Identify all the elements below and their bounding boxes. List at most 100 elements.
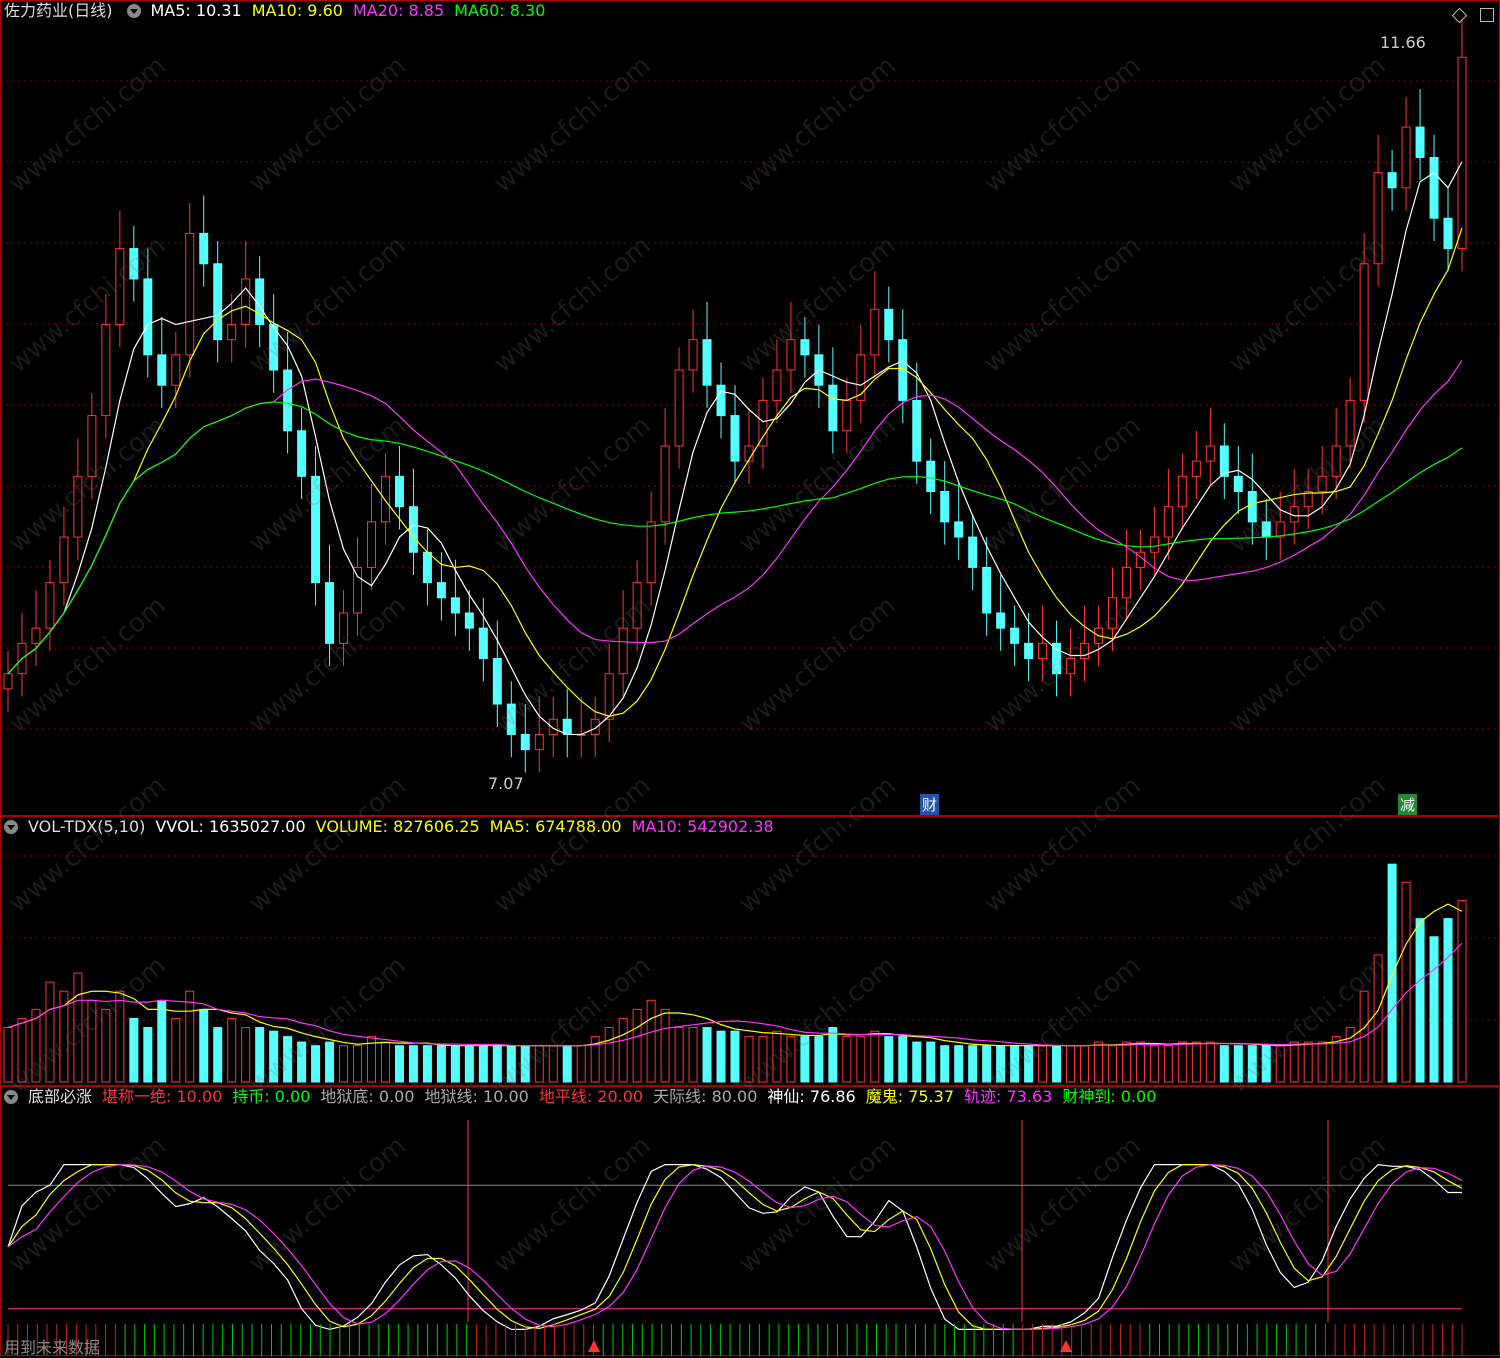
candle-body	[1205, 445, 1215, 462]
candle-body	[800, 339, 810, 356]
ind-label-6: 天际线: 80.00	[653, 1087, 758, 1106]
candle-body	[940, 491, 950, 523]
window-icon[interactable]	[1480, 8, 1494, 22]
volume-bar	[325, 1041, 335, 1083]
volume-bar	[1066, 1045, 1076, 1083]
volume-bar	[1163, 1045, 1173, 1083]
volume-bar	[1205, 1041, 1215, 1083]
candle-body	[1359, 263, 1369, 401]
volume-bar	[129, 1017, 139, 1083]
candle-body	[982, 566, 992, 614]
candle-body	[1191, 460, 1201, 477]
candle-body	[730, 415, 740, 462]
candle-body	[1149, 536, 1159, 553]
volume-bar	[199, 1008, 209, 1083]
volume-bar	[688, 1027, 698, 1083]
candle-body	[1443, 217, 1453, 250]
candle-body	[562, 718, 572, 735]
volume-bar	[1191, 1041, 1201, 1083]
candle-body	[534, 733, 544, 751]
volume-bar	[1457, 899, 1467, 1083]
volume-bar	[646, 999, 656, 1083]
candle-body	[772, 369, 782, 401]
volume-bar	[716, 1030, 726, 1083]
ind-label-0: 底部必涨	[28, 1087, 93, 1106]
candle-body	[758, 399, 768, 447]
candle-body	[31, 627, 41, 644]
candle-body	[157, 354, 167, 386]
candle-body	[45, 582, 55, 629]
volume-bar	[632, 1008, 642, 1083]
candle-body	[241, 278, 251, 325]
candle-body	[143, 278, 153, 356]
candle-body	[828, 384, 838, 432]
volume-bar	[171, 1017, 181, 1083]
volume-bar	[926, 1041, 936, 1083]
candle-body	[520, 733, 530, 751]
volume-bar	[1303, 1041, 1313, 1083]
volume-bar	[185, 990, 195, 1083]
candle-body	[884, 308, 894, 341]
volume-bar	[702, 1027, 712, 1083]
volume-bar	[1149, 1045, 1159, 1083]
candle-body	[101, 323, 111, 417]
volume-bar	[478, 1045, 488, 1083]
candle-body	[1177, 475, 1187, 508]
dropdown-icon[interactable]	[4, 820, 18, 834]
candle-body	[283, 369, 293, 432]
volume-bar	[394, 1045, 404, 1083]
ind-label-7: 神仙: 76.86	[767, 1087, 856, 1106]
volume-bar	[1429, 936, 1439, 1083]
ma-labels: MA5: 10.31 MA10: 9.60 MA20: 8.85 MA60: 8.30	[151, 1, 556, 20]
marker-cai: 财	[920, 794, 940, 815]
candle-body	[674, 369, 684, 447]
volume-bar	[604, 1027, 614, 1083]
volume-bar	[884, 1036, 894, 1083]
volume-bar	[856, 1036, 866, 1083]
volume-bar	[1415, 918, 1425, 1083]
vol-label-4: MA10: 542902.38	[631, 817, 774, 836]
candle-body	[422, 551, 432, 584]
candle-body	[171, 354, 181, 386]
volume-bar	[1317, 1041, 1327, 1083]
candle-body	[450, 597, 460, 614]
candle-body	[492, 658, 502, 705]
volume-bar	[674, 1027, 684, 1083]
volume-bar	[1080, 1045, 1090, 1083]
dropdown-icon[interactable]	[126, 4, 141, 18]
volume-bar	[954, 1045, 964, 1083]
candle-body	[3, 673, 13, 690]
candle-body	[1010, 627, 1020, 644]
candle-body	[688, 339, 698, 371]
candle-body	[1401, 126, 1411, 189]
candle-body	[548, 718, 558, 735]
volume-bar	[353, 1045, 363, 1083]
volume-bar	[380, 1041, 390, 1083]
candle-body	[1429, 156, 1439, 219]
ma-label-2: MA20: 8.85	[352, 1, 445, 20]
candle-body	[1457, 56, 1467, 250]
candle-body	[213, 263, 223, 341]
low-label: 7.07	[488, 774, 524, 793]
ind-label-1: 堪称一绝: 10.00	[102, 1087, 223, 1106]
candle-body	[1038, 642, 1048, 660]
candle-body	[353, 566, 363, 614]
volume-bar	[940, 1045, 950, 1083]
candle-body	[1233, 475, 1243, 493]
volume-bar	[157, 999, 167, 1083]
candle-body	[297, 430, 307, 477]
candle-body	[702, 339, 712, 386]
volume-bar	[1121, 1041, 1131, 1083]
candle-body	[590, 718, 600, 735]
candle-body	[1219, 445, 1229, 477]
ind-label-5: 地平线: 20.00	[538, 1087, 644, 1106]
candle-body	[646, 521, 656, 584]
vol-label-1: VVOL: 1635027.00	[155, 817, 306, 836]
volume-bar	[618, 1017, 628, 1083]
volume-bar	[576, 1045, 586, 1083]
volume-bar	[1401, 881, 1411, 1083]
ind-label-8: 魔鬼: 75.37	[865, 1087, 955, 1106]
volume-bar	[1107, 1045, 1117, 1083]
volume-bar	[842, 1036, 852, 1083]
candle-body	[996, 612, 1006, 629]
